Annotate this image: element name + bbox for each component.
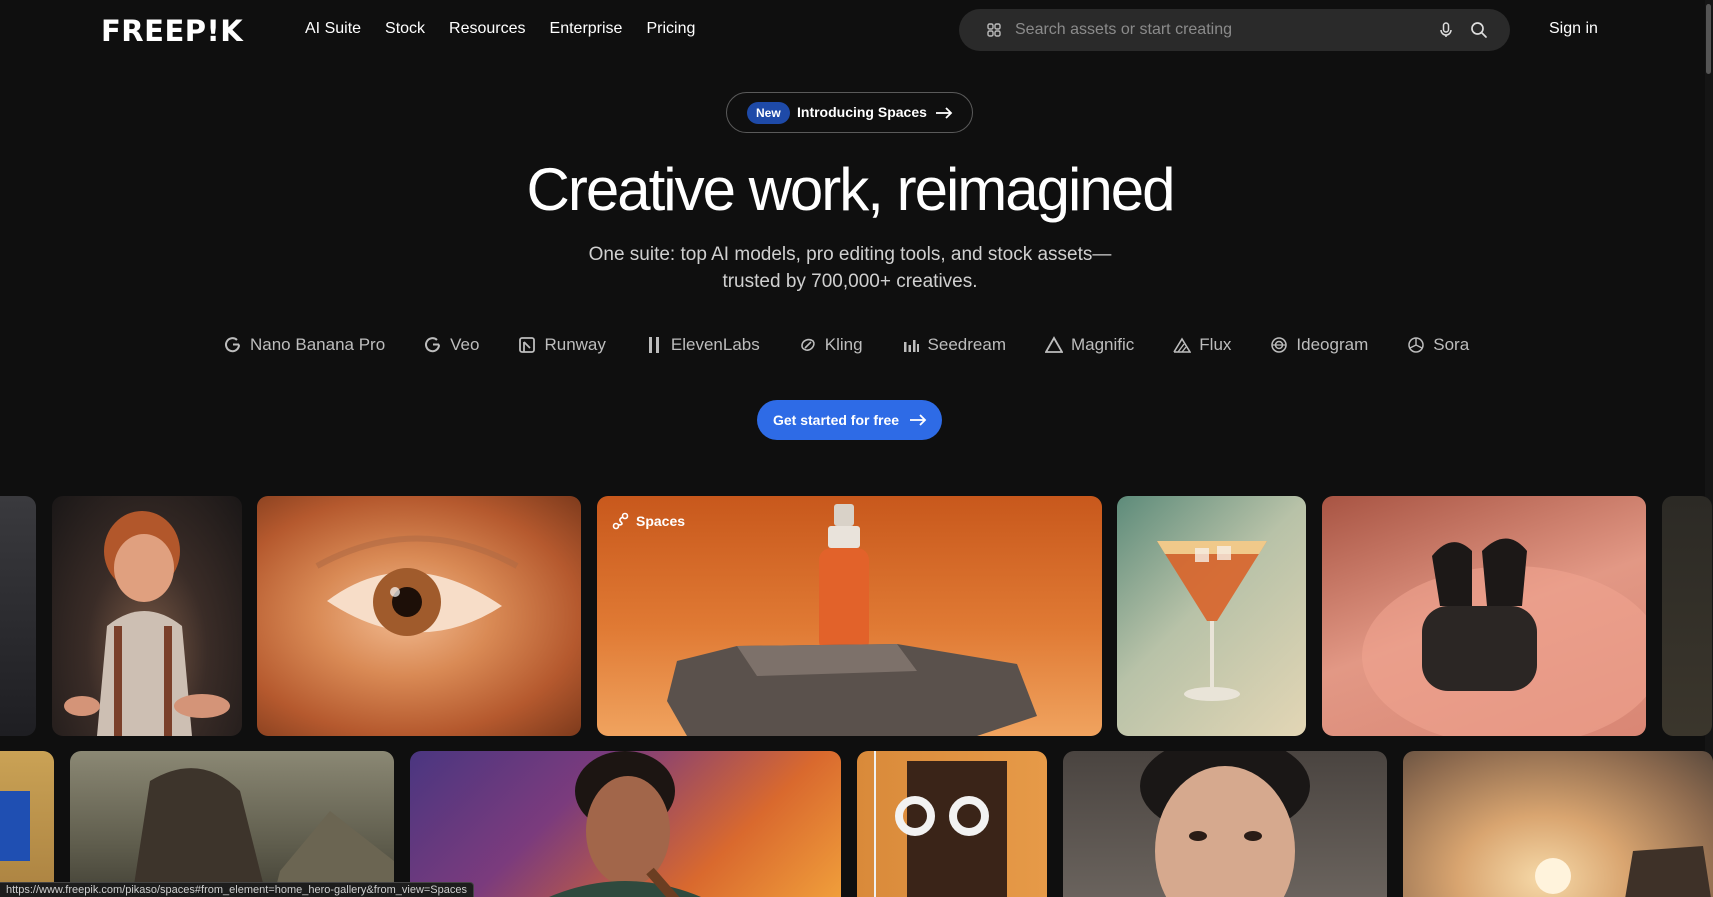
- gallery-tile-spaces-bottle[interactable]: Spaces: [597, 496, 1102, 736]
- new-badge: New: [747, 102, 790, 124]
- subtitle-line-2: trusted by 700,000+ creatives.: [722, 271, 978, 292]
- page-title: Creative work, reimagined: [526, 156, 1176, 223]
- pixel-portrait-image: [874, 751, 1007, 897]
- gallery-tile-eye-closeup[interactable]: [257, 496, 581, 736]
- model-nano-banana-pro: Nano Banana Pro: [224, 335, 385, 355]
- nav-enterprise[interactable]: Enterprise: [550, 20, 623, 38]
- model-elevenlabs: ElevenLabs: [645, 335, 760, 355]
- dinosaur-image: [132, 768, 394, 897]
- announcement-text: Introducing Spaces: [797, 104, 927, 120]
- get-started-button[interactable]: Get started for free: [757, 400, 942, 440]
- kling-icon: [800, 338, 815, 351]
- model-label: Magnific: [1070, 335, 1135, 354]
- blue-shape: [0, 791, 30, 861]
- nav-resources[interactable]: Resources: [449, 20, 525, 38]
- magnific-icon: [1044, 336, 1063, 353]
- model-kling: Kling: [799, 335, 863, 355]
- gallery-tile-pixel-portrait[interactable]: [857, 751, 1047, 897]
- model-magnific: Magnific: [1044, 335, 1135, 355]
- google-icon: [225, 337, 241, 353]
- model-flux: Flux: [1173, 335, 1231, 355]
- model-veo: Veo: [424, 335, 479, 355]
- model-list: Nano Banana Pro Veo Runway ElevenLabs Kl…: [224, 335, 1469, 355]
- nav-stock[interactable]: Stock: [385, 20, 425, 38]
- model-runway: Runway: [518, 335, 606, 355]
- link-status-url: https://www.freepik.com/pikaso/spaces#fr…: [0, 882, 474, 897]
- product-bottle-image: [667, 504, 1037, 736]
- model-label: Flux: [1199, 335, 1232, 354]
- arrow-right-icon: [936, 107, 953, 119]
- openai-icon: [1408, 337, 1424, 353]
- seedream-icon: [903, 340, 919, 352]
- apps-grid-icon[interactable]: [987, 23, 1001, 37]
- spaces-tag-label: Spaces: [636, 513, 686, 529]
- gallery-tile-edge-left[interactable]: [0, 496, 36, 736]
- spaces-icon: [612, 512, 629, 530]
- model-label: Seedream: [927, 335, 1006, 354]
- gallery-tile-dinosaur[interactable]: [70, 751, 394, 897]
- gallery-tile-warrior[interactable]: [410, 751, 841, 897]
- scrollbar-thumb[interactable]: [1706, 4, 1711, 74]
- gallery-tile-sunset-car[interactable]: [1403, 751, 1713, 897]
- flux-icon: [1173, 337, 1192, 353]
- eye-image: [315, 535, 519, 636]
- nav-ai-suite[interactable]: AI Suite: [305, 20, 361, 38]
- elevenlabs-icon: [648, 337, 659, 353]
- gallery-tile-earbuds[interactable]: [1322, 496, 1646, 736]
- main-nav: AI Suite Stock Resources Enterprise Pric…: [305, 20, 695, 38]
- gallery-tile-portrait-man[interactable]: [1063, 751, 1387, 897]
- runway-icon: [519, 337, 536, 353]
- model-seedream: Seedream: [902, 335, 1006, 355]
- model-label: Veo: [450, 335, 480, 354]
- gallery-tile-cocktail[interactable]: [1117, 496, 1306, 736]
- search-input[interactable]: [1015, 9, 1415, 51]
- top-header: FREEP!K AI Suite Stock Resources Enterpr…: [0, 0, 1713, 60]
- warrior-image: [549, 751, 701, 897]
- model-label: Kling: [824, 335, 863, 354]
- announcement-pill[interactable]: New Introducing Spaces: [726, 92, 973, 133]
- model-ideogram: Ideogram: [1270, 335, 1368, 355]
- subtitle-line-1: One suite: top AI models, pro editing to…: [588, 244, 1112, 265]
- search-bar[interactable]: [959, 9, 1510, 51]
- earbuds-image: [1362, 538, 1646, 736]
- gallery-tile-edge-right[interactable]: [1662, 496, 1712, 736]
- model-sora: Sora: [1407, 335, 1469, 355]
- gallery-tile-edge-left-2[interactable]: [0, 751, 54, 897]
- google-icon: [425, 337, 441, 353]
- model-label: Ideogram: [1296, 335, 1369, 354]
- model-label: Nano Banana Pro: [250, 335, 386, 354]
- model-label: ElevenLabs: [670, 335, 760, 354]
- search-icon[interactable]: [1469, 20, 1489, 40]
- model-label: Sora: [1433, 335, 1470, 354]
- arrow-right-icon: [910, 414, 927, 426]
- cocktail-image: [1157, 541, 1267, 701]
- spaces-tag: Spaces: [612, 512, 685, 530]
- cartoon-character-image: [64, 511, 230, 736]
- sign-in-link[interactable]: Sign in: [1549, 20, 1598, 38]
- nav-pricing[interactable]: Pricing: [646, 20, 695, 38]
- hero-subtitle: One suite: top AI models, pro editing to…: [550, 241, 1150, 295]
- model-label: Runway: [544, 335, 606, 354]
- freepik-logo[interactable]: FREEP!K: [101, 14, 243, 48]
- gallery-tile-cartoon-man[interactable]: [52, 496, 242, 736]
- cta-label: Get started for free: [773, 412, 900, 428]
- portrait-image: [1140, 751, 1310, 897]
- sunset-car-image: [1535, 846, 1711, 897]
- microphone-icon[interactable]: [1436, 20, 1456, 40]
- ideogram-icon: [1271, 337, 1288, 353]
